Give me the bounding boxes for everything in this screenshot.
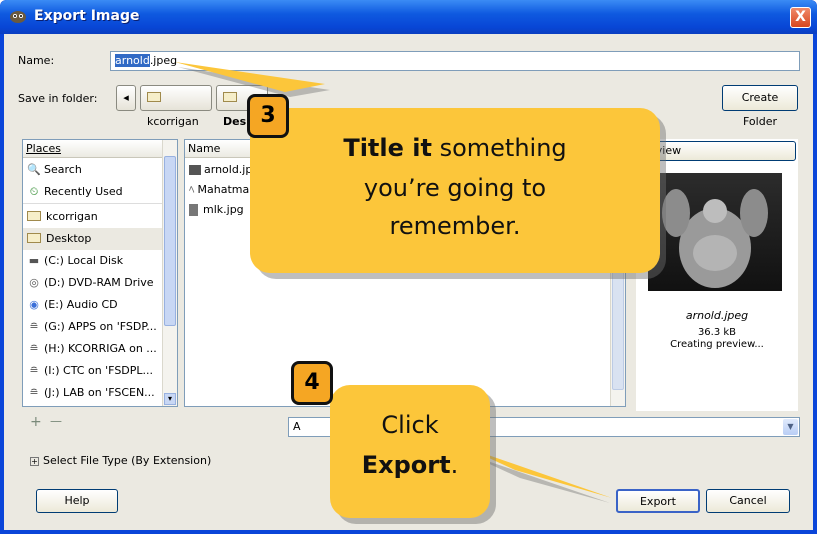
- callout-4-line1: Click: [381, 411, 439, 439]
- callout-3-line1: Title it something: [250, 130, 660, 166]
- callout-3-line3: remember.: [389, 212, 521, 240]
- callout-title-it: Title it something you’re going to remem…: [250, 108, 660, 273]
- callout-4-line2: Export.: [330, 447, 490, 483]
- callout-4-punct: .: [450, 451, 459, 479]
- callout-3-bold: Title it: [343, 134, 432, 162]
- callout-4-bold: Export: [361, 451, 451, 479]
- callout-click-export: Click Export.: [330, 385, 490, 518]
- step-4-badge: 4: [291, 361, 333, 405]
- callout-3-line2: you’re going to: [363, 174, 547, 202]
- step-3-badge: 3: [247, 94, 289, 138]
- callout-3-line1-rest: something: [431, 134, 567, 162]
